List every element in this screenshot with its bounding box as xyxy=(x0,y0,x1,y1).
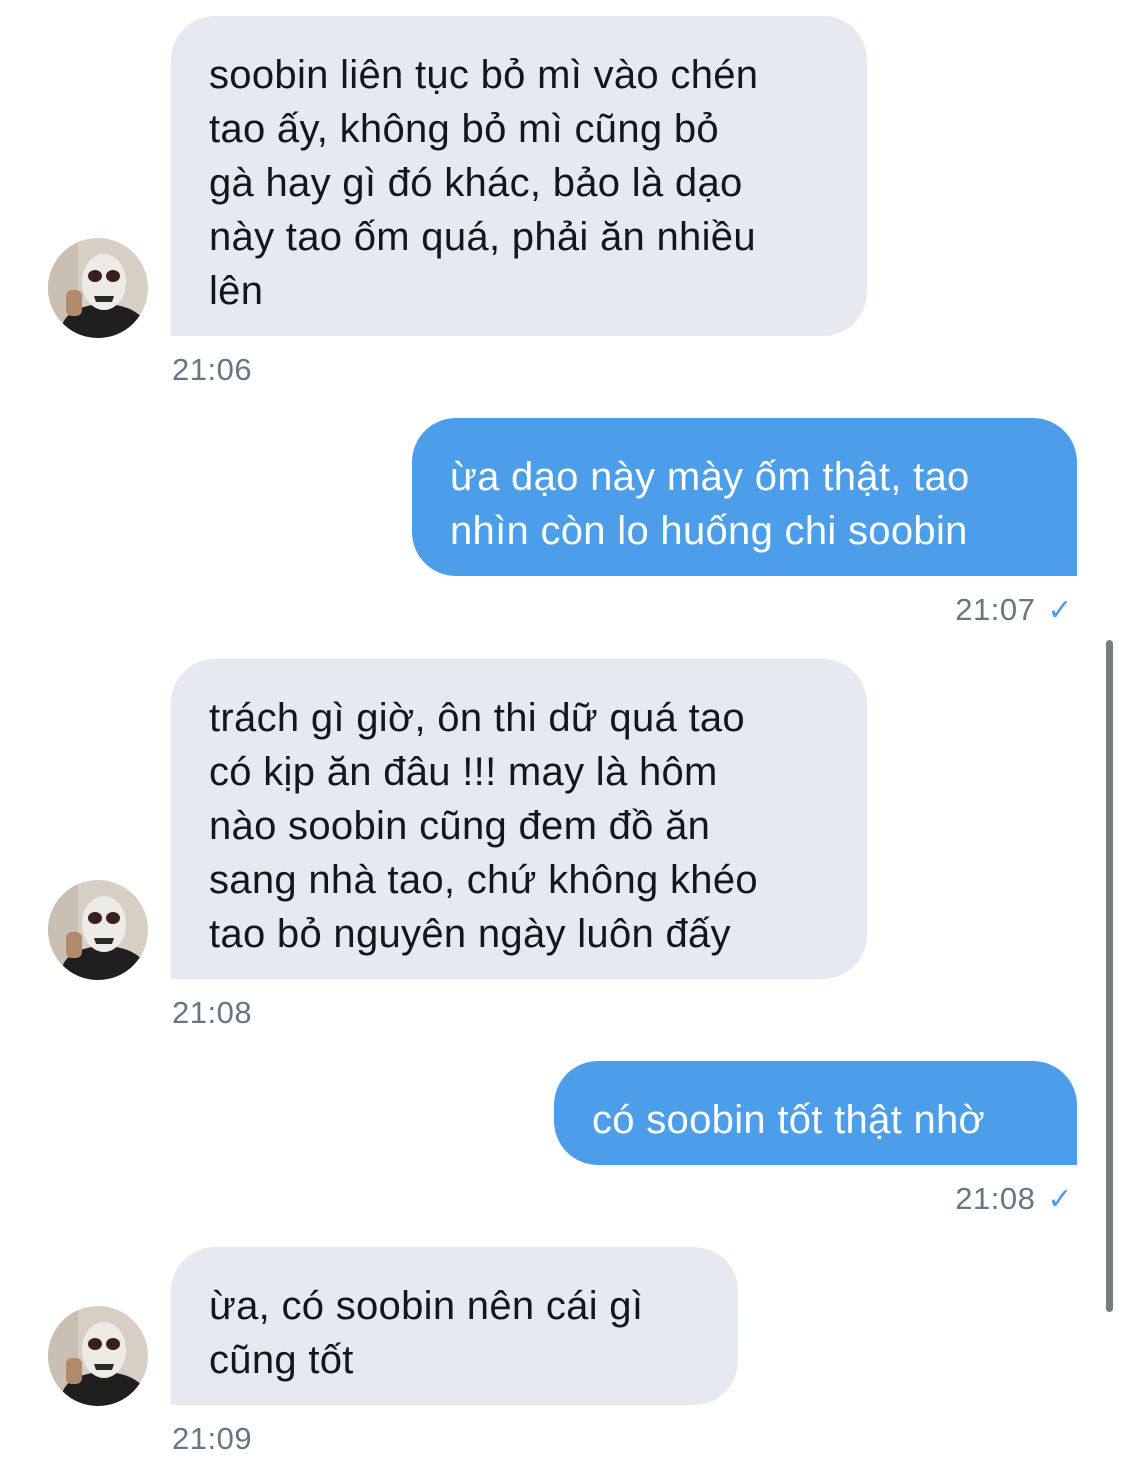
message-bubble-incoming[interactable]: ừa, có soobin nên cái gì cũng tốt xyxy=(171,1247,738,1405)
checkmark-icon: ✓ xyxy=(1047,594,1073,627)
message-bubble-incoming[interactable]: trách gì giờ, ôn thi dữ quá tao có kịp ă… xyxy=(171,659,867,979)
message-timestamp: 21:06 xyxy=(172,352,253,387)
message-timestamp: 21:07 ✓ xyxy=(955,592,1073,628)
message-bubble-incoming[interactable]: soobin liên tục bỏ mì vào chén tao ấy, k… xyxy=(171,16,867,336)
timestamp-text: 21:08 xyxy=(955,1181,1036,1216)
message-timestamp: 21:08 ✓ xyxy=(955,1181,1073,1217)
message-bubble-outgoing[interactable]: có soobin tốt thật nhờ xyxy=(554,1061,1077,1165)
contact-avatar[interactable] xyxy=(48,238,148,338)
contact-avatar[interactable] xyxy=(48,880,148,980)
checkmark-icon: ✓ xyxy=(1047,1183,1073,1216)
contact-avatar[interactable] xyxy=(48,1306,148,1406)
timestamp-text: 21:07 xyxy=(955,592,1036,627)
scrollbar[interactable] xyxy=(1106,640,1113,1312)
message-timestamp: 21:08 xyxy=(172,995,253,1030)
message-bubble-outgoing[interactable]: ừa dạo này mày ốm thật, tao nhìn còn lo … xyxy=(412,418,1077,576)
message-timestamp: 21:09 xyxy=(172,1421,253,1456)
